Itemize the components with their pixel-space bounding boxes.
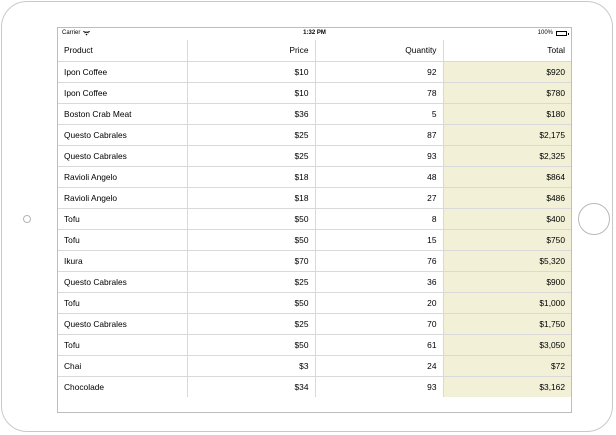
grid-body: Ipon Coffee $10 92 $920 Ipon Coffee $10 78 $78… bbox=[58, 60, 571, 397]
cell-total[interactable]: $2,325 bbox=[443, 144, 571, 166]
table-row[interactable]: Chocolade $34 93 $3,162 bbox=[58, 375, 571, 397]
cell-total[interactable]: $900 bbox=[443, 270, 571, 292]
cell-product[interactable]: Ravioli Angelo bbox=[58, 186, 188, 208]
cell-quantity[interactable]: 93 bbox=[315, 144, 444, 166]
table-row[interactable]: Ipon Coffee $10 78 $780 bbox=[58, 81, 571, 103]
tablet-frame: Carrier 1:32 PM 100% Product Price Quant… bbox=[1, 1, 613, 432]
column-header-total[interactable]: Total bbox=[443, 40, 571, 61]
cell-product[interactable]: Questo Cabrales bbox=[58, 312, 188, 334]
cell-price[interactable]: $3 bbox=[187, 354, 316, 376]
cell-total[interactable]: $2,175 bbox=[443, 123, 571, 145]
table-row[interactable]: Ipon Coffee $10 92 $920 bbox=[58, 60, 571, 82]
table-row[interactable]: Boston Crab Meat $36 5 $180 bbox=[58, 102, 571, 124]
cell-price[interactable]: $70 bbox=[187, 249, 316, 271]
cell-quantity[interactable]: 92 bbox=[315, 60, 444, 82]
cell-total[interactable]: $1,000 bbox=[443, 291, 571, 313]
cell-total[interactable]: $72 bbox=[443, 354, 571, 376]
status-bar: Carrier 1:32 PM 100% bbox=[58, 28, 571, 40]
cell-quantity[interactable]: 61 bbox=[315, 333, 444, 355]
status-right: 100% bbox=[537, 30, 569, 36]
cell-price[interactable]: $34 bbox=[187, 375, 316, 397]
table-row[interactable]: Questo Cabrales $25 70 $1,750 bbox=[58, 312, 571, 334]
cell-product[interactable]: Tofu bbox=[58, 207, 188, 229]
cell-total[interactable]: $920 bbox=[443, 60, 571, 82]
cell-quantity[interactable]: 36 bbox=[315, 270, 444, 292]
cell-total[interactable]: $3,162 bbox=[443, 375, 571, 397]
cell-quantity[interactable]: 5 bbox=[315, 102, 444, 124]
camera-icon bbox=[23, 215, 31, 223]
cell-product[interactable]: Ipon Coffee bbox=[58, 81, 188, 103]
table-row[interactable]: Tofu $50 8 $400 bbox=[58, 207, 571, 229]
cell-price[interactable]: $25 bbox=[187, 312, 316, 334]
tablet-screen: Carrier 1:32 PM 100% Product Price Quant… bbox=[57, 27, 572, 413]
cell-total[interactable]: $864 bbox=[443, 165, 571, 187]
table-row[interactable]: Ravioli Angelo $18 27 $486 bbox=[58, 186, 571, 208]
cell-product[interactable]: Ikura bbox=[58, 249, 188, 271]
cell-product[interactable]: Tofu bbox=[58, 291, 188, 313]
home-button[interactable] bbox=[578, 203, 610, 235]
cell-quantity[interactable]: 24 bbox=[315, 354, 444, 376]
table-row[interactable]: Ikura $70 76 $5,320 bbox=[58, 249, 571, 271]
column-header-product[interactable]: Product bbox=[58, 40, 188, 61]
cell-price[interactable]: $25 bbox=[187, 270, 316, 292]
cell-product[interactable]: Ravioli Angelo bbox=[58, 165, 188, 187]
cell-total[interactable]: $1,750 bbox=[443, 312, 571, 334]
cell-quantity[interactable]: 27 bbox=[315, 186, 444, 208]
cell-price[interactable]: $50 bbox=[187, 291, 316, 313]
cell-total[interactable]: $5,320 bbox=[443, 249, 571, 271]
table-row[interactable]: Tofu $50 15 $750 bbox=[58, 228, 571, 250]
cell-total[interactable]: $486 bbox=[443, 186, 571, 208]
cell-product[interactable]: Chocolade bbox=[58, 375, 188, 397]
table-row[interactable]: Tofu $50 61 $3,050 bbox=[58, 333, 571, 355]
cell-total[interactable]: $400 bbox=[443, 207, 571, 229]
cell-quantity[interactable]: 70 bbox=[315, 312, 444, 334]
table-row[interactable]: Ravioli Angelo $18 48 $864 bbox=[58, 165, 571, 187]
battery-percent: 100% bbox=[537, 30, 553, 36]
table-row[interactable]: Chai $3 24 $72 bbox=[58, 354, 571, 376]
grid-header-row: Product Price Quantity Total bbox=[58, 40, 571, 61]
cell-quantity[interactable]: 87 bbox=[315, 123, 444, 145]
cell-price[interactable]: $50 bbox=[187, 207, 316, 229]
table-row[interactable]: Questo Cabrales $25 87 $2,175 bbox=[58, 123, 571, 145]
table-row[interactable]: Questo Cabrales $25 36 $900 bbox=[58, 270, 571, 292]
cell-quantity[interactable]: 78 bbox=[315, 81, 444, 103]
battery-icon bbox=[556, 30, 569, 36]
cell-quantity[interactable]: 93 bbox=[315, 375, 444, 397]
cell-total[interactable]: $780 bbox=[443, 81, 571, 103]
cell-product[interactable]: Questo Cabrales bbox=[58, 144, 188, 166]
column-header-price[interactable]: Price bbox=[187, 40, 316, 61]
cell-product[interactable]: Tofu bbox=[58, 228, 188, 250]
table-row[interactable]: Questo Cabrales $25 93 $2,325 bbox=[58, 144, 571, 166]
cell-price[interactable]: $18 bbox=[187, 165, 316, 187]
cell-total[interactable]: $750 bbox=[443, 228, 571, 250]
cell-price[interactable]: $36 bbox=[187, 102, 316, 124]
cell-price[interactable]: $10 bbox=[187, 60, 316, 82]
cell-price[interactable]: $25 bbox=[187, 144, 316, 166]
cell-price[interactable]: $25 bbox=[187, 123, 316, 145]
status-time: 1:32 PM bbox=[303, 30, 326, 36]
cell-price[interactable]: $18 bbox=[187, 186, 316, 208]
cell-quantity[interactable]: 15 bbox=[315, 228, 444, 250]
cell-product[interactable]: Questo Cabrales bbox=[58, 123, 188, 145]
cell-quantity[interactable]: 20 bbox=[315, 291, 444, 313]
cell-quantity[interactable]: 8 bbox=[315, 207, 444, 229]
table-row[interactable]: Tofu $50 20 $1,000 bbox=[58, 291, 571, 313]
cell-price[interactable]: $50 bbox=[187, 333, 316, 355]
cell-product[interactable]: Questo Cabrales bbox=[58, 270, 188, 292]
cell-total[interactable]: $3,050 bbox=[443, 333, 571, 355]
cell-product[interactable]: Ipon Coffee bbox=[58, 60, 188, 82]
cell-product[interactable]: Tofu bbox=[58, 333, 188, 355]
column-header-quantity[interactable]: Quantity bbox=[315, 40, 444, 61]
cell-quantity[interactable]: 76 bbox=[315, 249, 444, 271]
cell-quantity[interactable]: 48 bbox=[315, 165, 444, 187]
cell-price[interactable]: $50 bbox=[187, 228, 316, 250]
cell-price[interactable]: $10 bbox=[187, 81, 316, 103]
data-grid: Product Price Quantity Total Ipon Coffee… bbox=[58, 40, 571, 397]
cell-product[interactable]: Boston Crab Meat bbox=[58, 102, 188, 124]
cell-product[interactable]: Chai bbox=[58, 354, 188, 376]
cell-total[interactable]: $180 bbox=[443, 102, 571, 124]
